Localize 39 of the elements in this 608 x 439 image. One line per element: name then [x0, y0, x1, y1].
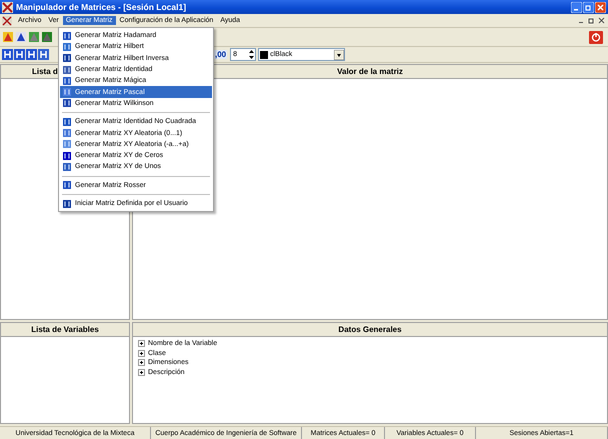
matrix-icon	[63, 66, 71, 74]
matrix-icon	[63, 152, 71, 160]
matrix-icon[interactable]	[2, 49, 13, 60]
matrix-icon	[63, 54, 71, 62]
toolbar-icon[interactable]	[28, 31, 40, 43]
spin-arrows-icon[interactable]	[248, 49, 256, 60]
matrix-icon	[63, 32, 71, 40]
restore-icon[interactable]	[588, 17, 595, 24]
matrix-icon[interactable]	[38, 49, 49, 60]
matrix-icon	[63, 181, 71, 190]
expand-icon[interactable]	[138, 359, 145, 366]
matrix-icon	[63, 140, 71, 148]
matrix-icon[interactable]	[26, 49, 37, 60]
matrix-icon	[63, 129, 71, 138]
panel-header: Lista de Variables	[1, 323, 129, 337]
decimals-button[interactable]: ,00	[214, 50, 228, 59]
matrix-icon	[63, 200, 71, 208]
document-icon	[2, 16, 12, 26]
matrix-icon	[63, 99, 71, 108]
close-button[interactable]	[595, 2, 606, 12]
panel-header: Datos Generales	[133, 323, 607, 337]
toolbar-icon[interactable]	[41, 31, 53, 43]
close-icon[interactable]	[598, 17, 605, 24]
expand-icon[interactable]	[138, 340, 145, 348]
expand-icon[interactable]	[138, 350, 145, 357]
window-title: Manipulador de Matrices - [Sesión Local1]	[16, 2, 186, 12]
matrix-icon	[63, 42, 71, 51]
dropdown-arrow-icon[interactable]	[334, 50, 344, 60]
minimize-button[interactable]	[571, 2, 582, 12]
toolbar-icon[interactable]	[2, 31, 14, 43]
power-button[interactable]	[589, 30, 603, 44]
matrix-icon	[63, 118, 71, 126]
matrix-icon[interactable]	[14, 49, 25, 60]
matrix-icon	[63, 76, 71, 85]
expand-icon[interactable]	[138, 368, 145, 376]
matrix-icon	[63, 88, 71, 96]
matrix-icon	[63, 162, 71, 171]
toolbar-icon[interactable]	[15, 31, 27, 43]
restore-button[interactable]	[583, 2, 594, 12]
